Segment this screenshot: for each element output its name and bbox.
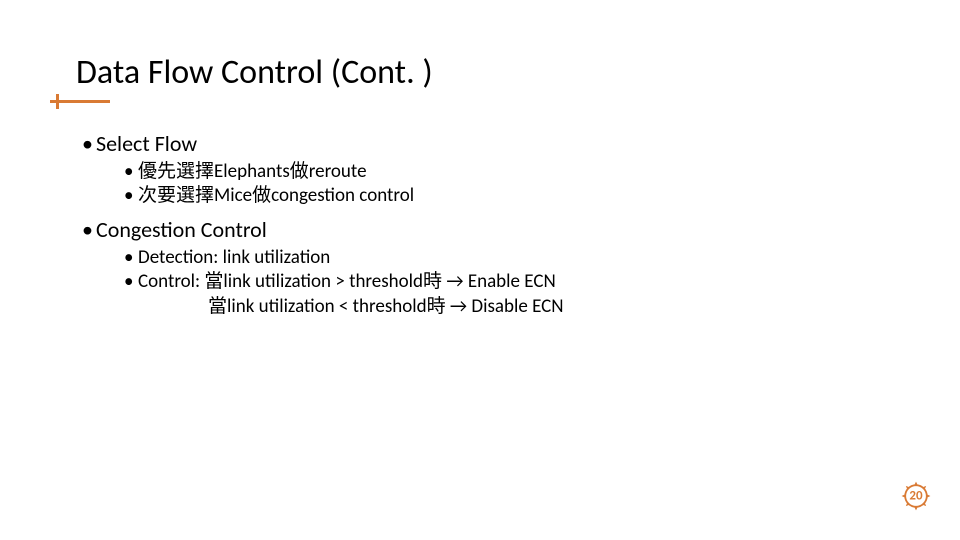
- list-item: •Control: 當link utilization > threshold時…: [124, 270, 920, 294]
- list-item: •Detection: link utilization: [124, 246, 920, 270]
- list-item-text: 次要選擇Mice做congestion control: [138, 184, 414, 207]
- list-item-text: Detection: link utilization: [138, 246, 330, 269]
- slide-title: Data Flow Control (Cont. ): [76, 52, 433, 99]
- section-heading-text: Congestion Control: [96, 216, 267, 243]
- list-item-text: 優先選擇Elephants做reroute: [138, 160, 367, 183]
- title-underline: [50, 100, 110, 103]
- section-heading-congestion-control: •Congestion Control: [82, 216, 920, 244]
- page-number-badge: 20: [898, 478, 934, 514]
- list-item-text: Control: 當link utilization > threshold時 …: [138, 270, 556, 293]
- list-item: •優先選擇Elephants做reroute: [124, 160, 920, 184]
- list-item-text: 當link utilization < threshold時 → Disable…: [208, 295, 564, 318]
- slide-content: •Select Flow •優先選擇Elephants做reroute •次要選…: [82, 128, 920, 320]
- section-heading-select-flow: •Select Flow: [82, 130, 920, 158]
- title-tick: [56, 94, 59, 109]
- page-number: 20: [909, 489, 922, 504]
- list-item-continuation: 當link utilization < threshold時 → Disable…: [208, 295, 920, 319]
- section-heading-text: Select Flow: [96, 130, 197, 157]
- list-item: •次要選擇Mice做congestion control: [124, 184, 920, 208]
